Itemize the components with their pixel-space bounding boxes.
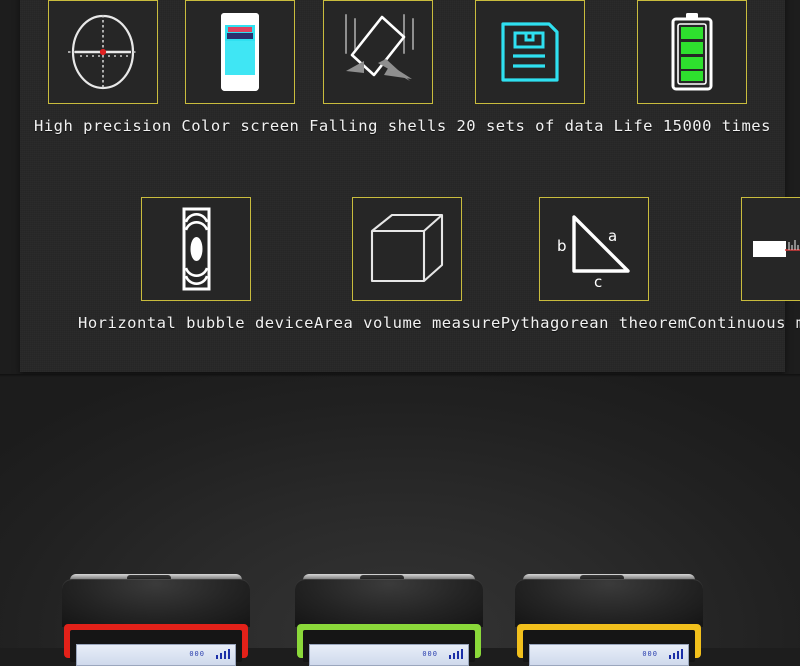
feature-cell-pythagorean[interactable]: a b c Pythagorean theorem (501, 197, 688, 332)
icon-box-area-volume (352, 197, 463, 301)
screen-signal-bars (449, 649, 463, 659)
screen-signal-bars (669, 649, 683, 659)
device-green[interactable]: 000 (295, 574, 483, 666)
feature-cell-sets-of-data[interactable]: 20 sets of data (456, 0, 603, 135)
icon-box-sets-of-data (475, 0, 586, 104)
feature-cell-battery-life[interactable]: Life 15000 times (614, 0, 771, 135)
bubble-level-icon (182, 207, 211, 291)
triangle-label-c: c (594, 273, 602, 291)
feature-cell-area-volume[interactable]: Area volume measure (314, 197, 501, 332)
feature-label: Horizontal bubble device (78, 314, 314, 332)
feature-panel: High precision Color screen Falling shel… (20, 0, 800, 372)
feature-label: Color screen (181, 117, 300, 135)
feature-cell-high-precision[interactable]: High precision (34, 0, 172, 135)
feature-label: 20 sets of data (456, 117, 604, 135)
feature-cell-continuous[interactable]: Continuous measurement (688, 197, 800, 332)
battery-icon (671, 13, 713, 91)
screen-digits: 000 (189, 650, 205, 658)
feature-row-top: High precision Color screen Falling shel… (34, 0, 771, 135)
screen-signal-bars (216, 649, 230, 659)
screen-digits: 000 (422, 650, 438, 658)
icon-box-continuous (740, 197, 800, 301)
data-document-icon (501, 22, 559, 82)
feature-label: Area volume measure (313, 314, 501, 332)
icon-box-color-screen (185, 0, 296, 104)
device-red[interactable]: 000 (62, 574, 250, 666)
feature-label: High precision (34, 117, 172, 135)
feature-label: Falling shells (309, 117, 447, 135)
right-triangle-icon: a b c (557, 215, 630, 291)
icon-box-bubble-level (140, 197, 251, 301)
device-screen-green: 000 (309, 644, 469, 666)
device-body (62, 579, 250, 627)
device-body (515, 579, 703, 627)
icon-box-pythagorean: a b c (539, 197, 650, 301)
feature-cell-falling-shells[interactable]: Falling shells (309, 0, 447, 135)
feature-label: Life 15000 times (613, 117, 771, 135)
feature-label: Continuous measurement (687, 314, 800, 332)
feature-cell-bubble-level[interactable]: Horizontal bubble device (78, 197, 314, 332)
device-showcase-section: 000 000 000 (0, 374, 800, 666)
laser-ruler-icon (752, 240, 800, 257)
device-screen-yellow: 000 (529, 644, 689, 666)
device-screen-red: 000 (76, 644, 236, 666)
falling-device-icon (344, 14, 414, 81)
screen-digits: 000 (642, 650, 658, 658)
color-screen-icon (221, 13, 260, 91)
feature-label: Pythagorean theorem (500, 314, 688, 332)
wireframe-cube-icon (371, 213, 444, 283)
device-body (295, 579, 483, 627)
icon-box-falling-shells (322, 0, 433, 104)
feature-cell-color-screen[interactable]: Color screen (181, 0, 299, 135)
triangle-label-b: b (557, 237, 567, 255)
icon-box-high-precision (47, 0, 158, 104)
feature-row-bottom: Horizontal bubble device Area volume mea… (78, 197, 800, 332)
triangle-label-a: a (608, 227, 617, 245)
crosshair-reticle-icon (67, 14, 138, 90)
device-yellow[interactable]: 000 (515, 574, 703, 666)
icon-box-battery-life (637, 0, 748, 104)
